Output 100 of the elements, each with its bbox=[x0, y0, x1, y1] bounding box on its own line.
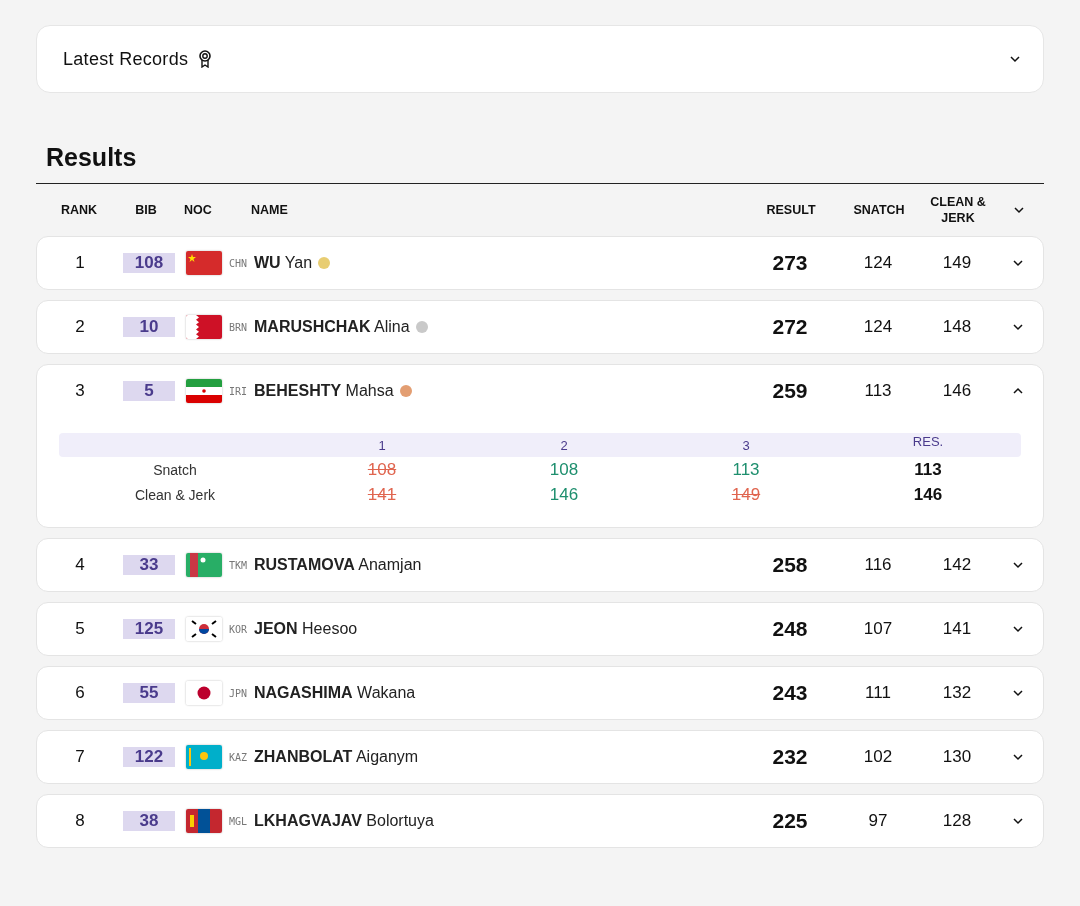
bib-number: 55 bbox=[123, 683, 175, 703]
country-code: KOR bbox=[229, 623, 249, 635]
result-value: 273 bbox=[771, 251, 809, 275]
attempt-header: 2 bbox=[560, 437, 568, 453]
column-header: SNATCH bbox=[852, 203, 906, 217]
bib-number: 122 bbox=[123, 747, 175, 767]
clean-jerk-value: 148 bbox=[941, 317, 973, 337]
attempt-value: 141 bbox=[367, 484, 397, 505]
lift-label: Clean & Jerk bbox=[134, 486, 216, 503]
result-value: 243 bbox=[771, 681, 809, 705]
clean-jerk-value: 149 bbox=[941, 253, 973, 273]
chevron-icon[interactable] bbox=[1012, 817, 1024, 825]
athlete-name: BEHESHTY Mahsa bbox=[254, 382, 394, 400]
athlete-row[interactable]: 3 5 IRI BEHESHTY Mahsa 259 113 146 1 2 3 RES. Snatch 108 108 113 113 Clean & Jerk 141 146 149 146 bbox=[36, 364, 1044, 528]
snatch-value: 111 bbox=[864, 683, 892, 703]
athlete-name: RUSTAMOVA Anamjan bbox=[254, 556, 422, 574]
snatch-value: 124 bbox=[862, 317, 894, 337]
country-code: CHN bbox=[229, 257, 249, 269]
athlete-name: LKHAGVAJAV Bolortuya bbox=[254, 812, 434, 830]
lift-label: Snatch bbox=[153, 461, 197, 478]
country-code: KAZ bbox=[229, 751, 249, 763]
flag-icon bbox=[186, 251, 222, 275]
result-value: 248 bbox=[771, 617, 809, 641]
rank: 7 bbox=[74, 747, 86, 767]
athlete-name: ZHANBOLAT Aiganym bbox=[254, 748, 419, 766]
country-code: TKM bbox=[229, 559, 249, 571]
result-value: 232 bbox=[771, 745, 809, 769]
column-header: RESULT bbox=[765, 203, 817, 217]
country-code: IRI bbox=[229, 385, 249, 397]
chevron-icon[interactable] bbox=[1009, 55, 1021, 63]
attempt-value: 108 bbox=[549, 459, 579, 480]
chevron-icon[interactable] bbox=[1012, 625, 1024, 633]
clean-jerk-value: 146 bbox=[941, 381, 973, 401]
athlete-name: NAGASHIMA Wakana bbox=[254, 684, 416, 702]
chevron-icon[interactable] bbox=[1012, 259, 1024, 267]
attempt-value: 146 bbox=[549, 484, 579, 505]
clean-jerk-value: 132 bbox=[941, 683, 973, 703]
result-value: 272 bbox=[771, 315, 809, 339]
bib-number: 5 bbox=[123, 381, 175, 401]
rank: 3 bbox=[74, 381, 86, 401]
column-header: CLEAN & JERK bbox=[929, 194, 987, 226]
snatch-value: 107 bbox=[862, 619, 894, 639]
section-title: Results bbox=[46, 143, 138, 173]
athlete-row[interactable]: 4 33 TKM RUSTAMOVA Anamjan 258 116 142 bbox=[36, 538, 1044, 592]
column-header: BIB bbox=[134, 203, 158, 217]
bib-number: 10 bbox=[123, 317, 175, 337]
clean-jerk-value: 130 bbox=[941, 747, 973, 767]
records-panel[interactable]: Latest Records bbox=[36, 25, 1044, 93]
rank: 5 bbox=[74, 619, 86, 639]
chevron-icon[interactable] bbox=[1013, 206, 1025, 214]
flag-icon bbox=[186, 379, 222, 403]
chevron-icon[interactable] bbox=[1012, 323, 1024, 331]
snatch-value: 102 bbox=[862, 747, 894, 767]
athlete-row[interactable]: 2 10 BRN MARUSHCHAK Alina 272 124 148 bbox=[36, 300, 1044, 354]
country-code: JPN bbox=[229, 687, 249, 699]
athlete-row[interactable]: 8 38 MGL LKHAGVAJAV Bolortuya 225 97 128 bbox=[36, 794, 1044, 848]
athlete-row[interactable]: 5 125 KOR JEON Heesoo 248 107 141 bbox=[36, 602, 1044, 656]
clean-jerk-value: 141 bbox=[941, 619, 973, 639]
flag-icon bbox=[186, 809, 222, 833]
chevron-icon[interactable] bbox=[1012, 561, 1024, 569]
athlete-row[interactable]: 7 122 KAZ ZHANBOLAT Aiganym 232 102 130 bbox=[36, 730, 1044, 784]
attempt-value: 113 bbox=[732, 459, 760, 480]
result-value: 259 bbox=[771, 379, 809, 403]
rank: 1 bbox=[74, 253, 86, 273]
lift-result: 113 bbox=[914, 459, 942, 480]
flag-icon bbox=[186, 681, 222, 705]
bib-number: 38 bbox=[123, 811, 175, 831]
flag-icon bbox=[186, 553, 222, 577]
flag-icon bbox=[186, 315, 222, 339]
award-icon bbox=[198, 50, 213, 68]
chevron-icon[interactable] bbox=[1012, 689, 1024, 697]
snatch-value: 124 bbox=[862, 253, 894, 273]
clean-jerk-value: 128 bbox=[941, 811, 973, 831]
athlete-name: WU Yan bbox=[254, 254, 313, 272]
column-header: RANK bbox=[59, 203, 99, 217]
country-code: MGL bbox=[229, 815, 249, 827]
attempt-header: RES. bbox=[912, 433, 944, 449]
snatch-value: 116 bbox=[863, 555, 893, 575]
attempt-header: 3 bbox=[742, 437, 750, 453]
bib-number: 108 bbox=[123, 253, 175, 273]
athlete-name: JEON Heesoo bbox=[254, 620, 358, 638]
athlete-row[interactable]: 1 108 CHN WU Yan 273 124 149 bbox=[36, 236, 1044, 290]
snatch-value: 113 bbox=[863, 381, 893, 401]
attempt-value: 149 bbox=[731, 484, 761, 505]
chevron-icon[interactable] bbox=[1012, 387, 1024, 395]
flag-icon bbox=[186, 617, 222, 641]
attempt-header: 1 bbox=[378, 437, 386, 453]
rank: 4 bbox=[74, 555, 86, 575]
section-title: Latest Records bbox=[63, 48, 189, 70]
rank: 8 bbox=[74, 811, 86, 831]
result-value: 258 bbox=[771, 553, 809, 577]
rank: 2 bbox=[74, 317, 86, 337]
country-code: BRN bbox=[229, 321, 249, 333]
clean-jerk-value: 142 bbox=[941, 555, 973, 575]
athlete-name: MARUSHCHAK Alina bbox=[254, 318, 410, 336]
attempt-value: 108 bbox=[367, 459, 397, 480]
chevron-icon[interactable] bbox=[1012, 753, 1024, 761]
flag-icon bbox=[186, 745, 222, 769]
athlete-row[interactable]: 6 55 JPN NAGASHIMA Wakana 243 111 132 bbox=[36, 666, 1044, 720]
result-value: 225 bbox=[771, 809, 809, 833]
